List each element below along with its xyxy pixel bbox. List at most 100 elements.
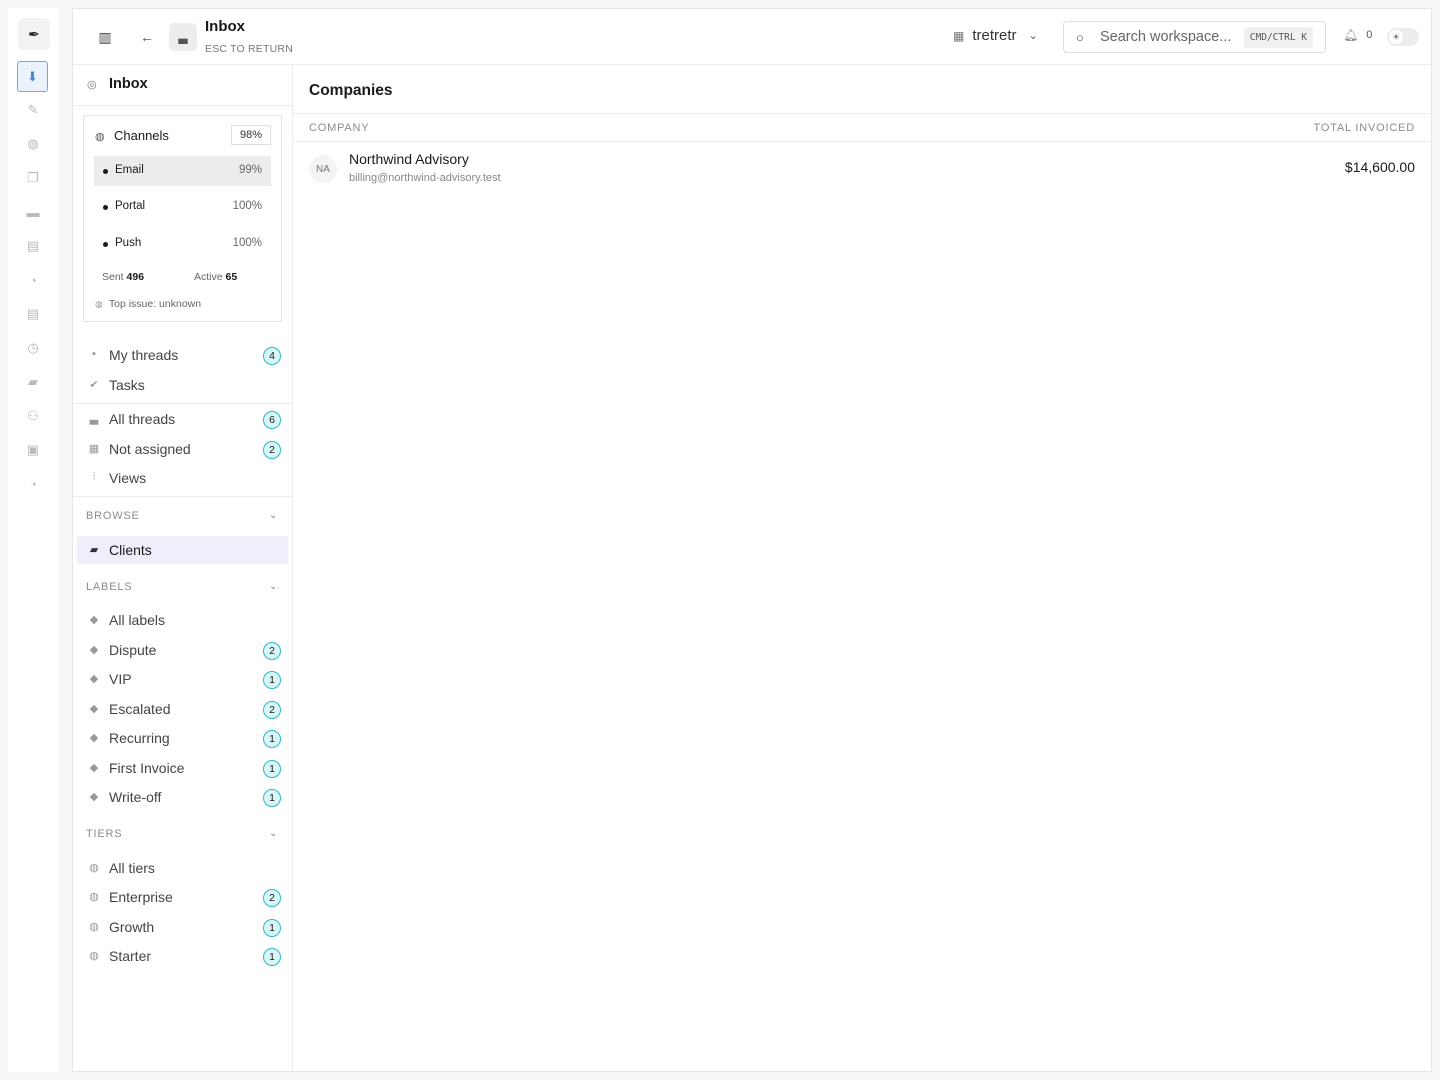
channels-title: Channels [114, 128, 169, 143]
section-browse-title: BROWSE [86, 510, 140, 522]
chevron-down-icon[interactable]: ⌄ [269, 581, 277, 592]
search-placeholder: Search workspace... [1100, 29, 1232, 45]
active-value: 65 [225, 271, 238, 283]
channel-value: 99% [238, 164, 262, 176]
bullet-icon [103, 205, 108, 210]
count-badge: 1 [263, 948, 281, 966]
sidebar-item-label: My threads [109, 347, 179, 363]
globe-icon: ◍ [89, 862, 99, 874]
tag-icon: ◆ [89, 762, 99, 774]
sidebar-item-all-threads[interactable]: ▃ All threads 6 [77, 405, 288, 433]
sidebar-item-label-escalated[interactable]: ◆ Escalated 2 [77, 695, 288, 723]
table-header: COMPANY TOTAL INVOICED [293, 114, 1431, 142]
inbox-icon[interactable]: ⬇ [17, 61, 48, 92]
chevron-down-icon[interactable]: ⌄ [269, 510, 277, 521]
sidebar-item-tasks[interactable]: ✔ Tasks [77, 371, 288, 399]
archive-icon[interactable]: ▣ [21, 438, 45, 462]
count-badge: 1 [263, 730, 281, 748]
table-row[interactable]: NA Northwind Advisory billing@northwind-… [293, 143, 1431, 193]
invoice-icon[interactable]: ▤ [21, 234, 45, 258]
sidebar-item-label: Escalated [109, 701, 171, 717]
sidebar-item-label-recurring[interactable]: ◆ Recurring 1 [77, 724, 288, 752]
tag-icon: ◆ [89, 732, 99, 744]
sidebar-item-label-write-off[interactable]: ◆ Write-off 1 [77, 783, 288, 811]
sidebar-item-my-threads[interactable]: ▪ My threads 4 [77, 341, 288, 369]
sidebar-toggle-icon[interactable]: ▥ [93, 25, 117, 49]
sidebar-item-tier-starter[interactable]: ◍ Starter 1 [77, 942, 288, 970]
channels-card: ◍ Channels 98% Email 99% Portal 100% Pus… [83, 115, 282, 322]
count-badge: 1 [263, 671, 281, 689]
search-icon: ○ [1076, 29, 1084, 45]
sidebar-item-label-first-invoice[interactable]: ◆ First Invoice 1 [77, 754, 288, 782]
report-icon[interactable]: ▤ [21, 302, 45, 326]
active-label: Active [194, 271, 223, 283]
sidebar-item-label-dispute[interactable]: ◆ Dispute 2 [77, 636, 288, 664]
sent-value: 496 [126, 271, 145, 283]
page-subtitle: ESC TO RETURN [205, 43, 293, 55]
notifications-button[interactable]: 🔔︎ 0 [1343, 28, 1372, 42]
user-inbox-icon: ▪ [92, 348, 96, 360]
globe-icon: ◍ [89, 891, 99, 903]
channel-row[interactable]: Push 100% [94, 229, 271, 259]
tag-icon: ◆ [89, 673, 99, 685]
inbox-tray-icon: ▃ [169, 23, 197, 51]
sidebar-item-tier-enterprise[interactable]: ◍ Enterprise 2 [77, 883, 288, 911]
bell-icon[interactable]: ◔ [21, 268, 45, 292]
count-badge: 1 [263, 919, 281, 937]
top-issue-text: Top issue: unknown [108, 298, 202, 310]
users-icon[interactable]: ⚇ [21, 404, 45, 428]
app-frame: ▥ ← ▃ Inbox ESC TO RETURN ▦ tretretr ⌄ ○… [72, 8, 1432, 1072]
globe-icon[interactable]: ◍ [21, 132, 45, 156]
sidebar-item-clients[interactable]: ▰ Clients [77, 536, 288, 564]
sidebar-item-not-assigned[interactable]: ▦ Not assigned 2 [77, 435, 288, 463]
channel-row[interactable]: Portal 100% [94, 192, 271, 222]
channel-value: 100% [232, 200, 262, 212]
section-tiers-title: TIERS [86, 828, 123, 840]
notification-count: 0 [1366, 29, 1373, 41]
sidebar-item-label-all[interactable]: ◆ All labels [77, 606, 288, 634]
column-total-invoiced[interactable]: TOTAL INVOICED [1314, 122, 1415, 134]
sidebar-item-label: Dispute [109, 642, 157, 658]
sidebar-item-tier-all[interactable]: ◍ All tiers [77, 854, 288, 882]
sidebar-item-label: All tiers [109, 860, 155, 876]
channel-name: Email [115, 164, 144, 176]
company-name: Northwind Advisory [349, 151, 469, 167]
sidebar-item-label: Not assigned [109, 441, 191, 457]
count-badge: 2 [263, 889, 281, 907]
shortcut-hint: CMD/CTRL K [1243, 27, 1313, 48]
bell-icon[interactable]: ◔ [21, 472, 45, 496]
count-badge: 1 [263, 760, 281, 778]
total-invoiced: $14,600.00 [1344, 159, 1415, 175]
column-company[interactable]: COMPANY [309, 122, 369, 134]
info-icon: ◍ [95, 298, 103, 309]
app-rail: ✒ ⬇ ✎ ◍ ❐ ▬ ▤ ◔ ▤ ◷ ▰ ⚇ ▣ ◔ [8, 8, 58, 1072]
topbar: ▥ ← ▃ Inbox ESC TO RETURN ▦ tretretr ⌄ ○… [73, 9, 1431, 65]
workspace-switcher[interactable]: ▦ tretretr ⌄ [953, 27, 1038, 44]
theme-toggle[interactable]: ☀ [1387, 28, 1419, 46]
globe-icon: ◍ [95, 131, 105, 143]
chevron-down-icon[interactable]: ⌄ [269, 828, 277, 839]
folder-icon: ▰ [89, 544, 99, 556]
channel-row[interactable]: Email 99% [94, 156, 271, 186]
sidebar-item-views[interactable]: ⫶ Views [77, 464, 288, 492]
sidebar-item-tier-growth[interactable]: ◍ Growth 1 [77, 913, 288, 941]
sidebar-header: ◎ Inbox [73, 65, 292, 106]
chevron-down-icon: ⌄ [1028, 30, 1038, 42]
channel-name: Push [115, 237, 142, 249]
copy-icon[interactable]: ❐ [21, 166, 45, 190]
folder-icon[interactable]: ▰ [21, 370, 45, 394]
sidebar-item-label: Starter [109, 948, 152, 964]
sidebar-item-label: Write-off [109, 789, 162, 805]
tag-icon: ◆ [89, 614, 99, 626]
bullet-icon [103, 169, 108, 174]
back-arrow-icon[interactable]: ← [135, 25, 159, 49]
tools-icon[interactable]: ✎ [21, 98, 45, 122]
feather-icon[interactable]: ✒ [18, 18, 50, 50]
search-input[interactable]: ○ Search workspace... CMD/CTRL K [1063, 21, 1326, 53]
sidebar-item-label-vip[interactable]: ◆ VIP 1 [77, 665, 288, 693]
clock-icon[interactable]: ◷ [21, 336, 45, 360]
top-issue: ◍ Top issue: unknown [95, 298, 201, 310]
tag-icon: ◆ [89, 791, 99, 803]
card-icon[interactable]: ▬ [21, 200, 45, 224]
check-circle-icon: ✔ [89, 379, 99, 391]
